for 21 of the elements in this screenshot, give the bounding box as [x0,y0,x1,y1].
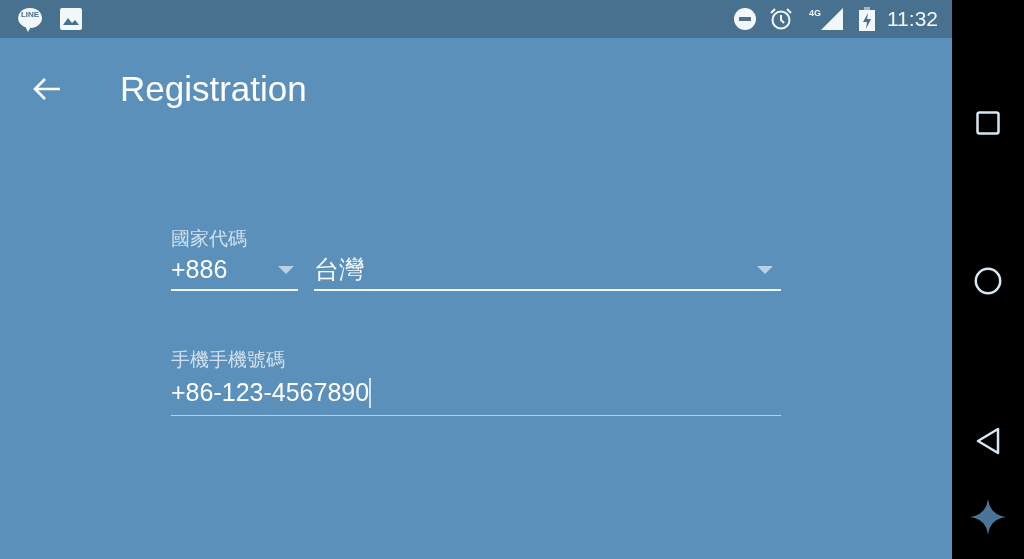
clock-time: 11:32 [887,6,938,33]
alarm-clock-icon [769,7,793,31]
back-icon[interactable] [976,427,1000,455]
dropdown-caret-icon [278,265,294,274]
home-icon[interactable] [974,267,1002,295]
page-title: Registration [120,67,307,110]
sparkle-icon[interactable] [970,499,1006,535]
text-cursor [369,378,372,409]
recent-apps-icon[interactable] [976,111,1000,135]
phone-input-field[interactable]: +86-123-4567890 [171,371,781,416]
country-dropdown[interactable]: 台灣 [314,250,781,291]
country-code-dropdown[interactable]: +886 [171,250,298,291]
network-type: 4G [809,7,821,21]
field-label: 國家代碼 [171,228,248,251]
image-icon [60,8,82,30]
dropdown-caret-icon [757,265,773,274]
do-not-disturb-icon [733,7,757,31]
battery-charging-icon [859,7,875,31]
signal-icon [821,8,843,30]
field-label: 手機手機號碼 [171,348,286,372]
back-arrow-icon[interactable] [32,77,62,101]
